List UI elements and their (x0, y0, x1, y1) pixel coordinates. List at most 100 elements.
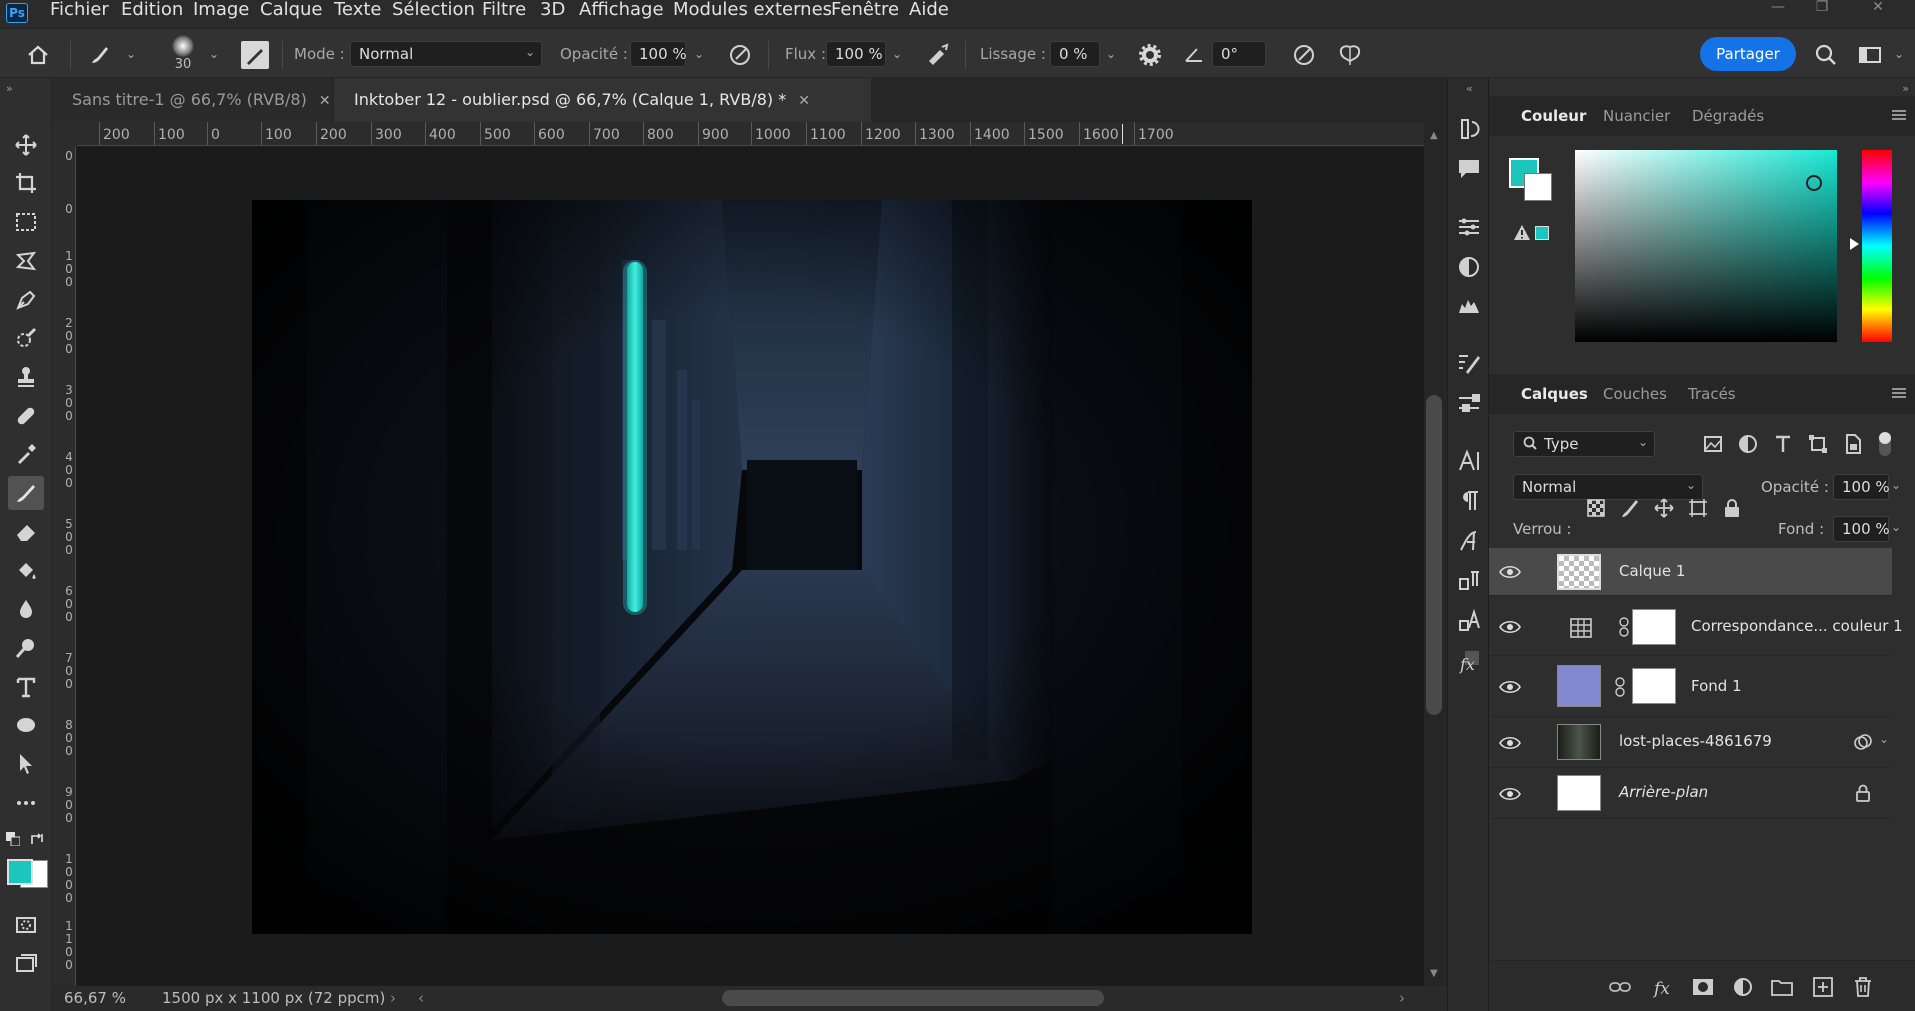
swap-colors-icon[interactable] (30, 832, 44, 846)
layer-thumbnail[interactable] (1557, 554, 1601, 590)
menu-selection[interactable]: Sélection (392, 0, 475, 22)
new-adjustment-icon[interactable] (1731, 975, 1755, 999)
contrast-icon[interactable] (1454, 252, 1484, 282)
foreground-color-swatch[interactable] (7, 859, 33, 885)
filter-pixel-icon[interactable] (1701, 432, 1725, 456)
close-tab-icon[interactable]: ✕ (319, 79, 331, 123)
scroll-right-icon[interactable]: › (1399, 989, 1405, 1007)
document-canvas[interactable] (252, 200, 1252, 934)
symmetry-icon[interactable] (1336, 41, 1364, 69)
menu-calque[interactable]: Calque (260, 0, 323, 22)
adjustments-icon[interactable] (1454, 212, 1484, 242)
lock-artboard-icon[interactable] (1687, 497, 1709, 519)
lock-icon[interactable] (1851, 781, 1875, 805)
mode-select[interactable]: Normal ⌄ (350, 41, 542, 67)
type-icon[interactable] (8, 670, 44, 704)
healing-icon[interactable] (8, 399, 44, 433)
crop-icon[interactable] (8, 166, 44, 200)
add-mask-icon[interactable] (1691, 975, 1715, 999)
background-layer-thumbnail[interactable] (1557, 775, 1601, 811)
histogram-icon[interactable] (1454, 290, 1484, 320)
marquee-icon[interactable] (8, 205, 44, 239)
new-layer-icon[interactable] (1811, 975, 1835, 999)
filter-smart-object-icon[interactable] (1841, 432, 1865, 456)
filter-toggle[interactable] (1879, 432, 1891, 456)
smoothing-field[interactable]: 0 % (1050, 41, 1100, 67)
path-select-icon[interactable] (8, 747, 44, 781)
menu-edition[interactable]: Edition (121, 0, 183, 22)
layer-row[interactable]: Arrière-plan (1489, 769, 1892, 819)
opacity-dropdown[interactable]: ⌄ (690, 41, 708, 67)
pressure-opacity-icon[interactable] (726, 41, 754, 69)
brush-settings-panel-icon[interactable] (1454, 348, 1484, 378)
brush-icon[interactable] (8, 476, 44, 510)
filter-adjustment-icon[interactable] (1736, 432, 1760, 456)
color-picker-field[interactable] (1575, 150, 1837, 342)
lock-transparency-icon[interactable] (1585, 497, 1607, 519)
layer-filter-select[interactable]: Type ⌄ (1513, 431, 1655, 457)
expand-toolbar-icon[interactable]: » (6, 82, 13, 95)
layer-styles-icon[interactable]: fx (1454, 646, 1484, 676)
tab-calques[interactable]: Calques (1521, 374, 1588, 414)
layer-style-icon[interactable]: fx (1652, 975, 1676, 999)
gamut-color-swatch[interactable] (1535, 226, 1549, 240)
scroll-up-icon[interactable]: ▲ (1430, 130, 1438, 141)
status-menu-arrow-icon[interactable]: › (390, 989, 396, 1007)
brush-preset-dropdown[interactable]: ⌄ (122, 41, 140, 67)
scroll-left-icon[interactable]: ‹ (418, 989, 424, 1007)
lock-position-icon[interactable] (1653, 497, 1675, 519)
smoothing-settings-icon[interactable] (1136, 41, 1164, 69)
tab-couches[interactable]: Couches (1603, 374, 1667, 414)
brush-preset-icon[interactable] (86, 41, 114, 69)
flow-field[interactable]: 100 % (826, 41, 886, 67)
new-group-icon[interactable] (1770, 975, 1794, 999)
blur-icon[interactable] (8, 592, 44, 626)
restore-icon[interactable]: ❐ (1806, 0, 1838, 16)
menu-image[interactable]: Image (193, 0, 249, 22)
fill-layer-thumbnail[interactable] (1557, 665, 1601, 707)
menu-modules-externes[interactable]: Modules externes (673, 0, 832, 22)
eye-icon[interactable] (1499, 564, 1521, 580)
share-button[interactable]: Partager (1700, 37, 1796, 71)
layer-name[interactable]: Calque 1 (1619, 562, 1685, 580)
ellipse-icon[interactable] (8, 708, 44, 742)
menu-texte[interactable]: Texte (334, 0, 381, 22)
airbrush-icon[interactable] (924, 41, 952, 69)
opacity-field[interactable]: 100 % (630, 41, 687, 67)
minimize-icon[interactable]: — (1762, 0, 1794, 16)
menu-fenetre[interactable]: Fenêtre (831, 0, 899, 22)
menu-affichage[interactable]: Affichage (579, 0, 664, 22)
eye-icon[interactable] (1499, 679, 1521, 695)
layer-name[interactable]: Fond 1 (1691, 677, 1742, 695)
eye-icon[interactable] (1499, 786, 1521, 802)
dodge-icon[interactable] (8, 631, 44, 665)
brush-size-preview[interactable]: 30 (168, 33, 198, 77)
default-colors-icon[interactable] (6, 832, 20, 846)
delete-layer-icon[interactable] (1851, 975, 1875, 999)
layer-mask-thumbnail[interactable] (1632, 668, 1676, 704)
close-tab-icon[interactable]: ✕ (798, 79, 810, 123)
chevron-down-icon[interactable]: ⌄ (1891, 520, 1901, 534)
vertical-ruler[interactable]: 0010020030040050060070080090010001100 (52, 146, 76, 986)
smart-filter-icon[interactable] (1851, 730, 1875, 754)
expand-chevron-icon[interactable]: ⌄ (1879, 732, 1889, 746)
layer-row[interactable]: Correspondance... couleur 1 (1489, 598, 1903, 656)
paragraph-icon[interactable] (1454, 486, 1484, 516)
pressure-size-icon[interactable] (1290, 41, 1318, 69)
menu-aide[interactable]: Aide (909, 0, 949, 22)
layer-name[interactable]: lost-places-4861679 (1619, 732, 1772, 750)
tool-presets-icon[interactable] (1454, 388, 1484, 418)
brush-settings-icon[interactable] (241, 41, 269, 69)
menu-3d[interactable]: 3D (540, 0, 565, 22)
angle-field[interactable]: 0° (1212, 41, 1266, 67)
move-icon[interactable] (8, 128, 44, 162)
layer-opacity-field[interactable]: 100 % (1833, 474, 1890, 500)
zoom-level[interactable]: 66,67 % (64, 989, 126, 1007)
tab-traces[interactable]: Tracés (1688, 374, 1736, 414)
search-icon[interactable] (1812, 41, 1840, 69)
panel-menu-icon[interactable] (1891, 386, 1907, 400)
tab-degrades[interactable]: Dégradés (1692, 96, 1764, 136)
horizontal-scroll-thumb[interactable] (722, 990, 1104, 1006)
brush-size-dropdown[interactable]: ⌄ (205, 41, 223, 67)
layer-name[interactable]: Arrière-plan (1619, 783, 1708, 801)
